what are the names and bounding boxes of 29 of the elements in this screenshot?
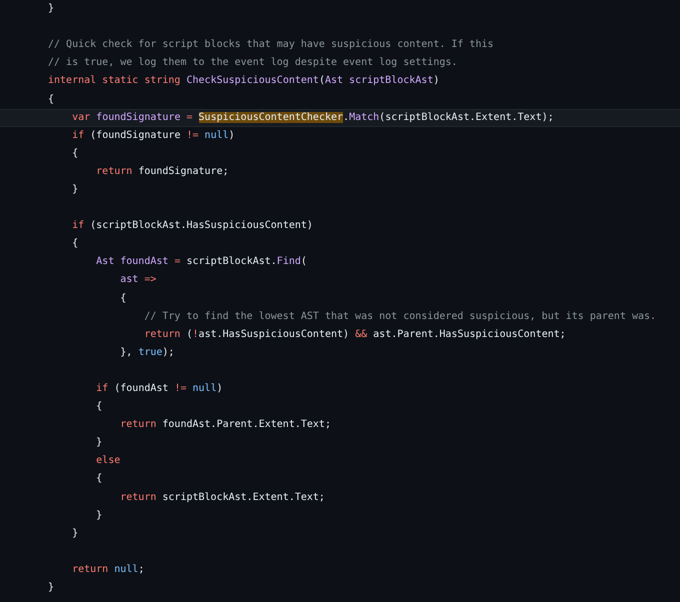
code-line: ast => <box>119 273 156 288</box>
code-line: { <box>48 92 54 107</box>
code-line: // Quick check for script blocks that may have suspicious content. If this <box>48 38 494 52</box>
code-line: internal static string CheckSuspiciousContent(Ast scriptBlockAst) <box>48 74 440 88</box>
code-line: } <box>71 526 78 541</box>
code-line: return foundAst.Parent.Extent.Text; <box>119 418 331 432</box>
code-line: { <box>71 237 78 252</box>
code-line: Ast foundAst = scriptBlockAst.Find( <box>95 255 307 270</box>
code-line: { <box>71 146 78 161</box>
code-line: } <box>48 581 54 596</box>
code-line: var foundSignature = SuspiciousContentChecker.Match(scriptBlockAst.Extent.Text); <box>71 110 554 125</box>
code-line: if (scriptBlockAst.HasSuspiciousContent) <box>71 219 313 234</box>
code-line: if (foundSignature != null) <box>71 128 235 143</box>
code-line: } <box>71 182 78 197</box>
code-line: } <box>95 436 102 450</box>
code-line: }, true); <box>119 346 174 360</box>
code-line: return (!ast.HasSuspiciousContent) && ast.Parent.HasSuspiciousContent; <box>143 328 566 342</box>
code-line: // is true, we log them to the event log despite event log settings. <box>48 56 458 70</box>
code-line: return scriptBlockAst.Extent.Text; <box>119 490 325 505</box>
code-line: { <box>95 472 102 486</box>
code-line: if (foundAst != null) <box>95 382 223 396</box>
code-line: } <box>95 508 102 523</box>
code-line: // Try to find the lowest AST that was not considered suspicious, but its parent was. <box>143 310 656 324</box>
code-line: return null; <box>71 562 144 577</box>
code-line: { <box>95 400 102 414</box>
code-line: return foundSignature; <box>95 164 229 179</box>
code-line: else <box>95 454 120 468</box>
code-line: { <box>119 292 126 306</box>
code-line: } <box>48 2 54 16</box>
